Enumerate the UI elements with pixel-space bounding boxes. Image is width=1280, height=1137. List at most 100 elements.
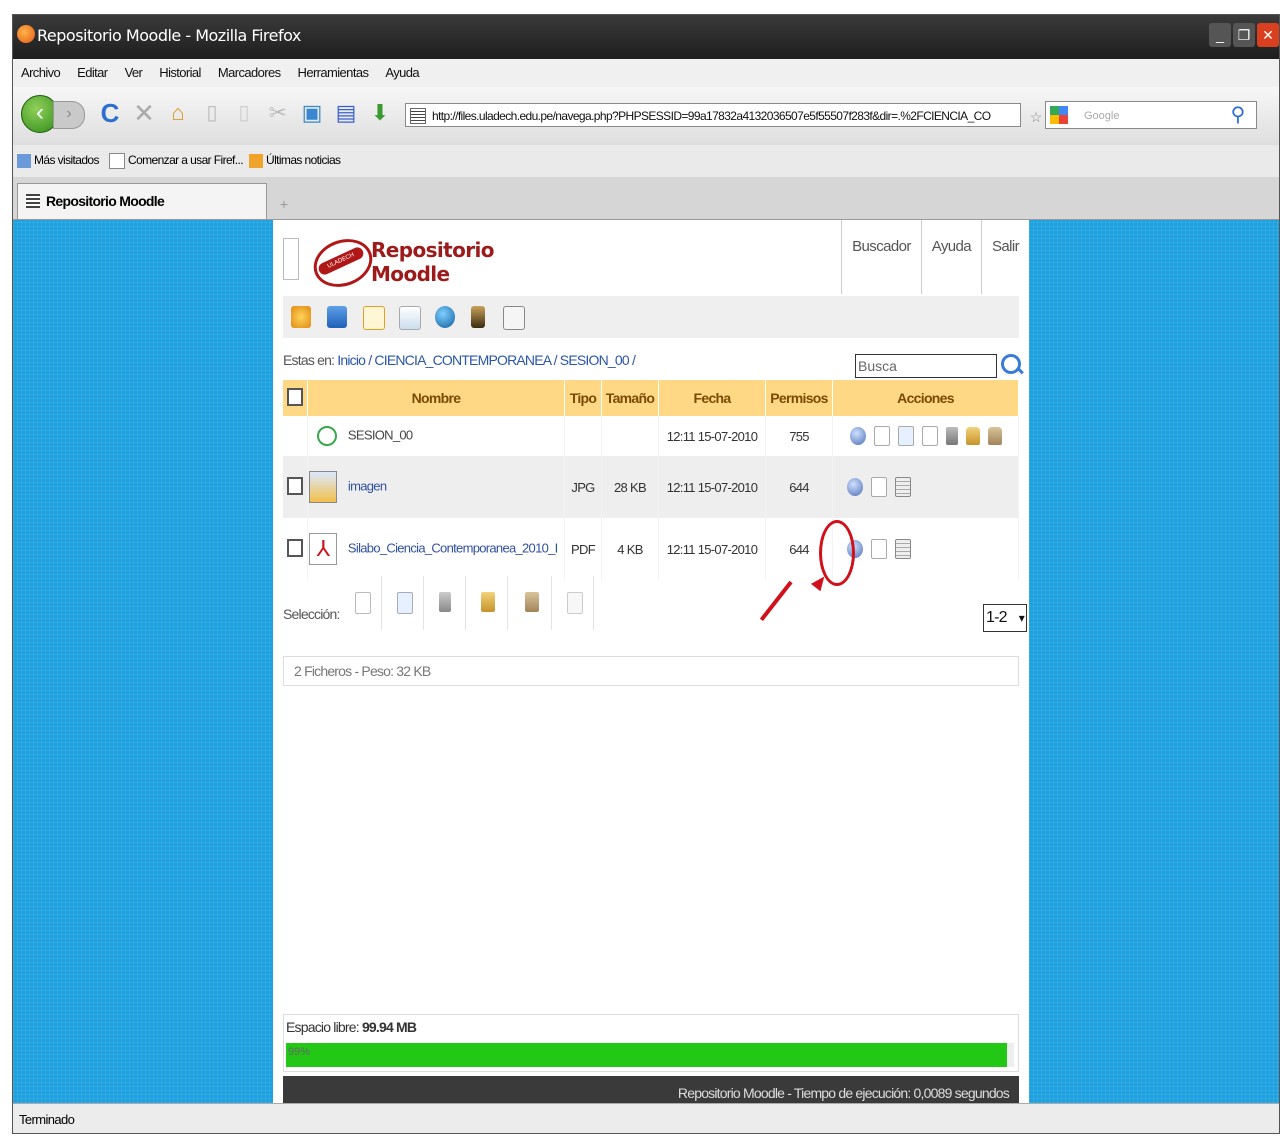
row-actions — [832, 416, 1019, 456]
home-icon[interactable] — [291, 306, 311, 328]
minimize-button[interactable]: _ — [1209, 23, 1231, 47]
new-file-icon[interactable] — [363, 306, 385, 330]
bookmark-mas-visitados[interactable]: Más visitados — [17, 153, 100, 168]
rename-icon[interactable] — [871, 477, 887, 497]
top-links: Buscador Ayuda Salir — [841, 220, 1029, 294]
row-actions — [832, 456, 1019, 518]
window-controls: _ ❐ ✕ — [1209, 23, 1279, 47]
bookmark-ultimas-noticias[interactable]: Últimas noticias — [249, 153, 341, 168]
file-name[interactable]: SESION_00 — [348, 427, 413, 442]
table-row: SESION_00 12:11 15-07-2010 755 — [283, 416, 1019, 456]
menu-editar[interactable]: Editar — [69, 59, 113, 80]
search-placeholder: Google — [1084, 110, 1120, 122]
bookmarks-toolbar: Más visitados Comenzar a usar Firef... Ú… — [13, 145, 1279, 177]
stop-icon[interactable]: ✕ — [131, 99, 157, 127]
copy-icon[interactable]: ▯ — [231, 99, 257, 127]
header-nombre[interactable]: Nombre — [307, 380, 565, 416]
forward-arrow-icon[interactable]: › — [53, 101, 85, 129]
upload-icon[interactable] — [399, 306, 421, 330]
buscador-link[interactable]: Buscador — [841, 220, 921, 294]
save-icon[interactable] — [895, 539, 911, 559]
rename-icon[interactable] — [871, 539, 887, 559]
folder-open-icon[interactable] — [327, 306, 347, 328]
menu-bar: Archivo Editar Ver Historial Marcadores … — [13, 59, 1279, 87]
header-fecha[interactable]: Fecha — [658, 380, 766, 416]
search-icon[interactable] — [1001, 354, 1021, 374]
search-icon[interactable]: ⚲ — [1225, 101, 1251, 129]
row-checkbox[interactable] — [287, 538, 303, 557]
tab-repositorio-moodle[interactable]: Repositorio Moodle — [17, 183, 267, 219]
clipboard-icon[interactable]: ▯ — [199, 99, 225, 127]
selection-label: Selección: — [283, 606, 340, 622]
clipboard-icon[interactable] — [503, 306, 525, 330]
new-window-icon[interactable]: ▣ — [299, 99, 325, 127]
moodle-favicon-icon — [26, 194, 40, 208]
copy-icon[interactable] — [873, 426, 890, 446]
menu-herramientas[interactable]: Herramientas — [290, 59, 375, 80]
home-icon[interactable]: ⌂ — [165, 99, 191, 127]
breadcrumb: Estas en: Inicio / CIENCIA_CONTEMPORANEA… — [283, 352, 636, 368]
row-checkbox[interactable] — [287, 476, 303, 495]
rename-icon[interactable] — [921, 426, 938, 446]
globe-icon[interactable] — [435, 306, 455, 328]
image-file-icon — [309, 471, 337, 503]
file-name[interactable]: Silabo_Ciencia_Contemporanea_2010_I — [348, 540, 558, 555]
navigation-toolbar: ‹ › C ✕ ⌂ ▯ ▯ ✂ ▣ ▤ ⬇ http://files.ulade… — [13, 87, 1279, 145]
lock-icon[interactable] — [965, 427, 980, 445]
menu-historial[interactable]: Historial — [151, 59, 207, 80]
table-row: imagen JPG 28 KB 12:11 15-07-2010 644 — [283, 456, 1019, 518]
info-icon[interactable] — [847, 478, 863, 496]
move-icon[interactable] — [397, 592, 413, 614]
quota-bar-fill — [286, 1043, 1007, 1067]
copy-icon[interactable] — [355, 592, 371, 614]
menu-ayuda[interactable]: Ayuda — [377, 59, 425, 80]
header-permisos[interactable]: Permisos — [765, 380, 833, 416]
bookmark-page-icon[interactable]: ▤ — [333, 99, 359, 127]
new-tab-button[interactable]: + — [271, 191, 297, 217]
search-input[interactable]: Busca — [855, 354, 997, 378]
move-icon[interactable] — [897, 426, 914, 446]
maximize-button[interactable]: ❐ — [1233, 23, 1255, 47]
firefox-icon — [17, 25, 35, 43]
reload-icon[interactable]: C — [97, 99, 123, 127]
uladech-logo: ULADECH — [306, 231, 380, 295]
menu-archivo[interactable]: Archivo — [13, 59, 66, 80]
brand-title: Repositorio Moodle — [371, 238, 495, 286]
salir-link[interactable]: Salir — [980, 220, 1029, 294]
header-tipo[interactable]: Tipo — [564, 380, 602, 416]
lock-icon[interactable] — [481, 592, 495, 612]
collapse-panel-icon[interactable] — [283, 238, 299, 280]
menu-marcadores[interactable]: Marcadores — [210, 59, 287, 80]
select-all-checkbox[interactable] — [287, 387, 303, 406]
folder-refresh-icon — [317, 426, 337, 446]
status-bar: Terminado — [13, 1103, 1279, 1133]
ayuda-link[interactable]: Ayuda — [920, 220, 981, 294]
breadcrumb-path[interactable]: Inicio / CIENCIA_CONTEMPORANEA / SESION_… — [337, 352, 636, 368]
file-table: Nombre Tipo Tamaño Fecha Permisos Accion… — [283, 380, 1019, 580]
bookmark-folder-icon — [17, 153, 31, 168]
unlock-icon[interactable] — [987, 427, 1002, 445]
tools-icon[interactable] — [471, 306, 485, 328]
close-button[interactable]: ✕ — [1257, 23, 1279, 47]
download-icon[interactable] — [567, 592, 583, 614]
page-viewport: ULADECH Repositorio Moodle Buscador Ayud… — [13, 220, 1279, 1103]
page-range-select[interactable]: 1-2 — [983, 604, 1027, 632]
info-icon[interactable] — [849, 427, 866, 445]
download-icon[interactable]: ⬇ — [367, 99, 393, 127]
cut-icon[interactable]: ✂ — [265, 99, 291, 127]
header-tamano[interactable]: Tamaño — [601, 380, 659, 416]
rss-icon — [249, 153, 263, 168]
browser-window: Repositorio Moodle - Mozilla Firefox _ ❐… — [12, 14, 1280, 1134]
screenshot-frame: Repositorio Moodle - Mozilla Firefox _ ❐… — [0, 0, 1280, 1137]
bookmark-comenzar[interactable]: Comenzar a usar Firef... — [109, 153, 244, 169]
unlock-icon[interactable] — [525, 592, 539, 612]
page-icon — [109, 153, 125, 169]
trash-icon[interactable] — [439, 592, 451, 612]
save-icon[interactable] — [895, 477, 911, 497]
address-bar[interactable]: http://files.uladech.edu.pe/navega.php?P… — [405, 103, 1021, 127]
menu-ver[interactable]: Ver — [117, 59, 149, 80]
status-text: Terminado — [19, 1112, 75, 1127]
file-name[interactable]: imagen — [348, 478, 387, 493]
trash-icon[interactable] — [945, 427, 958, 445]
files-summary: 2 Ficheros - Peso: 32 KB — [283, 656, 1019, 686]
